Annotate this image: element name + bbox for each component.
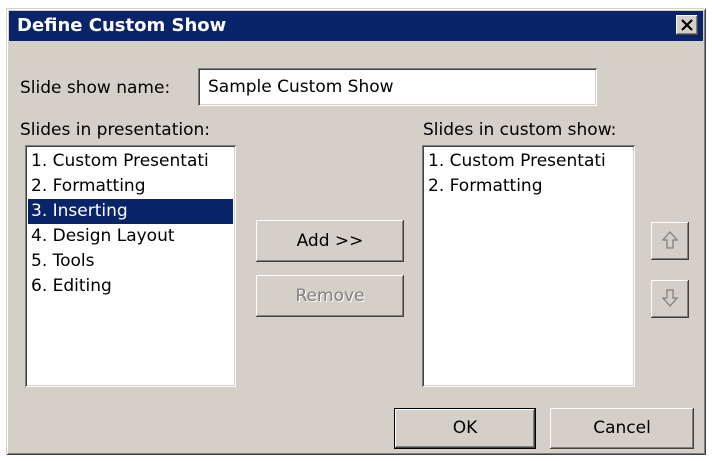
list-item[interactable]: 6. Editing — [28, 274, 233, 299]
cancel-button[interactable]: Cancel — [550, 408, 694, 449]
move-down-button[interactable] — [651, 280, 689, 318]
close-button[interactable] — [676, 15, 698, 35]
list-item[interactable]: 1. Custom Presentati — [425, 149, 632, 174]
close-icon — [681, 19, 693, 31]
list-item[interactable]: 1. Custom Presentati — [28, 149, 233, 174]
slides-in-custom-show-label: Slides in custom show: — [423, 120, 617, 140]
list-item[interactable]: 4. Design Layout — [28, 224, 233, 249]
move-up-button[interactable] — [651, 222, 689, 260]
slides-in-custom-show-list[interactable]: 1. Custom Presentati 2. Formatting — [422, 145, 635, 387]
slide-show-name-input[interactable] — [202, 70, 595, 104]
list-item[interactable]: 2. Formatting — [28, 174, 233, 199]
add-button[interactable]: Add >> — [256, 220, 404, 262]
list-item[interactable]: 2. Formatting — [425, 174, 632, 199]
list-item[interactable]: 3. Inserting — [28, 199, 233, 224]
slides-in-presentation-list[interactable]: 1. Custom Presentati 2. Formatting 3. Inse… — [25, 145, 236, 387]
arrow-down-icon — [661, 289, 679, 307]
list-item[interactable]: 5. Tools — [28, 249, 233, 274]
dialog-title: Define Custom Show — [17, 15, 227, 36]
define-custom-show-dialog: Define Custom Show Slide show name: Slid… — [6, 8, 706, 455]
arrow-up-icon — [661, 231, 679, 249]
remove-button[interactable]: Remove — [256, 275, 404, 317]
slide-show-name-label: Slide show name: — [20, 78, 171, 98]
slides-in-presentation-label: Slides in presentation: — [20, 120, 210, 140]
ok-button[interactable]: OK — [394, 408, 536, 449]
title-bar: Define Custom Show — [9, 11, 703, 41]
